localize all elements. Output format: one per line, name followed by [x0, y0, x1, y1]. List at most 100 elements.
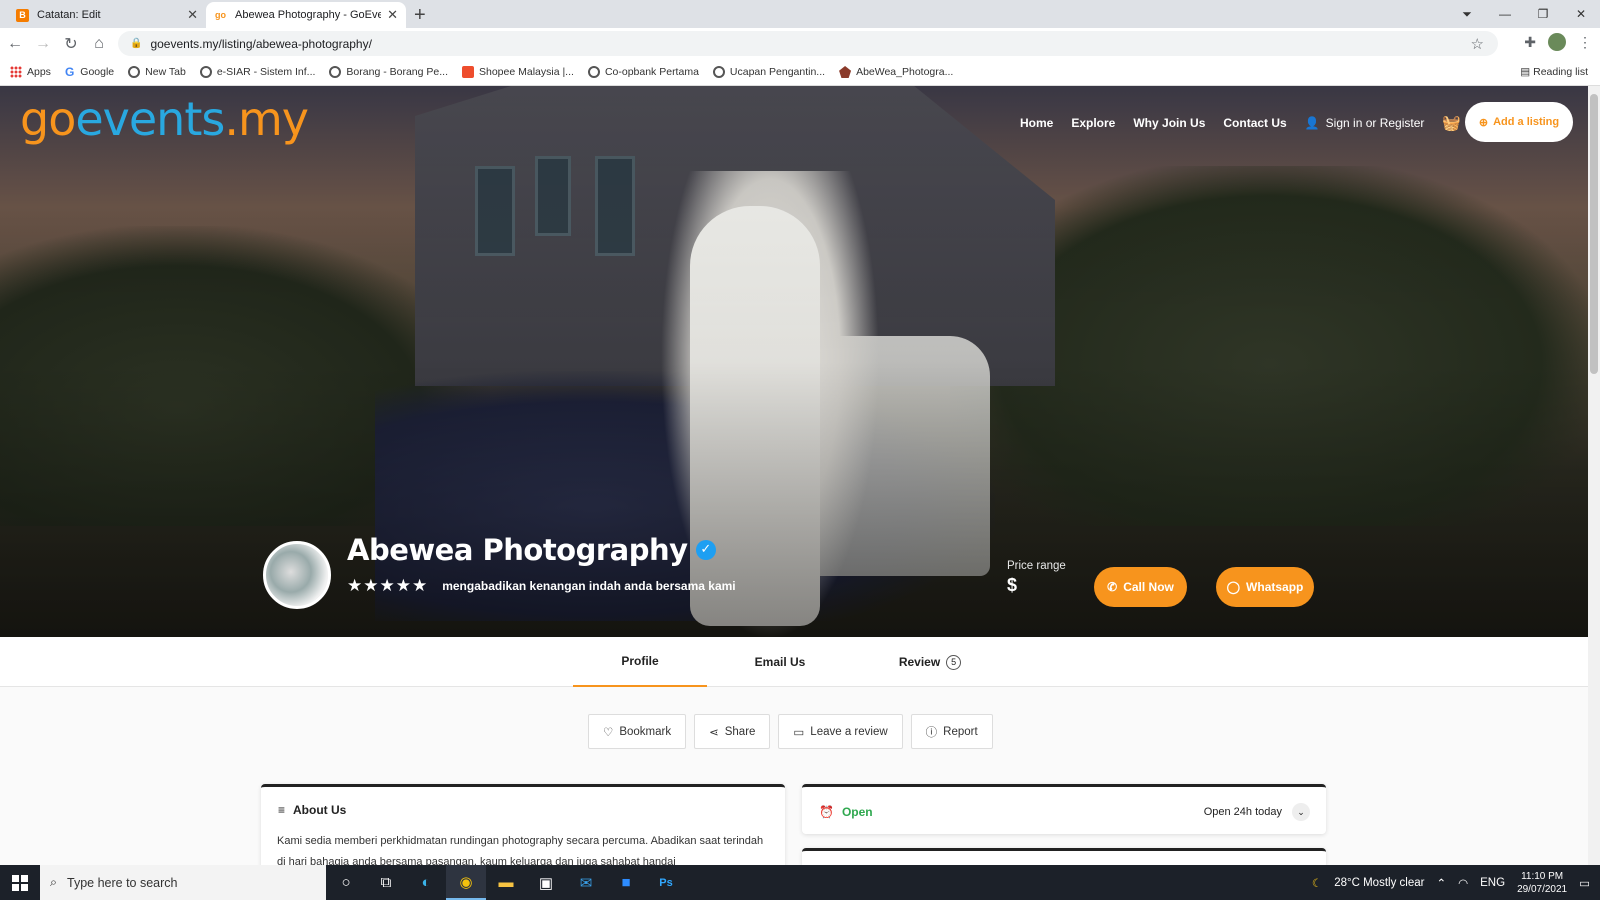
bookmark-apps[interactable]: Apps: [10, 66, 51, 78]
bookmark-label: New Tab: [145, 66, 186, 78]
language-indicator[interactable]: ENG: [1480, 877, 1505, 889]
hours-summary: Open 24h today: [1203, 806, 1282, 818]
bookmark-star-icon[interactable]: ☆: [1471, 35, 1484, 53]
globe-icon: [199, 66, 212, 78]
bookmark-ucapan[interactable]: Ucapan Pengantin...: [712, 66, 825, 78]
comment-icon: ▭: [793, 726, 805, 739]
cortana-icon[interactable]: ○: [326, 865, 366, 900]
profile-tabs: Profile Email Us Review 5: [0, 637, 1588, 687]
plus-circle-icon: ⊕: [1478, 116, 1489, 129]
site-logo[interactable]: goevents.my: [20, 92, 309, 146]
clock-time: 11:10 PM: [1521, 870, 1564, 882]
scrollbar-thumb[interactable]: [1590, 94, 1598, 374]
edge-icon[interactable]: ◐: [406, 865, 446, 900]
bookmark-esiar[interactable]: e-SIAR - Sistem Inf...: [199, 66, 315, 78]
listing-title: Abewea Photography ✓: [347, 533, 716, 567]
browser-tab-goevents[interactable]: go Abewea Photography - GoEvents ✕: [206, 2, 406, 28]
home-icon[interactable]: ⌂: [86, 35, 112, 53]
alert-circle-icon: ⓘ: [925, 726, 938, 739]
close-tab-icon[interactable]: ✕: [387, 7, 398, 23]
nav-home[interactable]: Home: [1020, 116, 1053, 130]
wifi-icon[interactable]: ◠: [1458, 876, 1468, 890]
url-text[interactable]: goevents.my/listing/abewea-photography/: [150, 37, 371, 51]
apps-grid-icon: [10, 66, 22, 78]
call-now-button[interactable]: ✆ Call Now: [1094, 567, 1187, 607]
reload-icon[interactable]: ↻: [58, 34, 84, 54]
mail-icon[interactable]: ✉: [566, 865, 606, 900]
leave-review-button[interactable]: ▭ Leave a review: [778, 714, 903, 749]
review-count-badge: 5: [946, 654, 962, 670]
menu-lines-icon: ≡: [278, 803, 286, 817]
signin-link[interactable]: 👤 Sign in or Register: [1305, 116, 1425, 130]
zoom-icon[interactable]: ■: [606, 865, 646, 900]
taskbar-search[interactable]: ⌕ Type here to search: [40, 865, 326, 900]
bookmark-google[interactable]: G Google: [65, 65, 114, 79]
close-window-button[interactable]: ✕: [1562, 7, 1600, 21]
chevron-down-icon[interactable]: ⌄: [1292, 803, 1310, 821]
extensions-icon[interactable]: ✚: [1524, 34, 1536, 51]
whatsapp-label: Whatsapp: [1246, 580, 1304, 594]
store-icon[interactable]: ▣: [526, 865, 566, 900]
listing-name: Abewea Photography: [347, 533, 688, 567]
action-label: Bookmark: [619, 725, 672, 738]
next-card: [802, 848, 1326, 865]
logo-events: events: [75, 92, 225, 146]
call-now-label: Call Now: [1123, 580, 1174, 594]
hero-banner: goevents.my Home Explore Why Join Us Con…: [0, 86, 1588, 637]
toolbar-right: ✚ ⋮: [1524, 33, 1592, 51]
lock-icon[interactable]: 🔒: [130, 38, 142, 49]
whatsapp-icon: ◯: [1226, 580, 1241, 594]
address-bar[interactable]: 🔒 goevents.my/listing/abewea-photography…: [118, 31, 1498, 56]
tab-email-us[interactable]: Email Us: [720, 637, 840, 687]
bookmark-borang[interactable]: Borang - Borang Pe...: [329, 66, 448, 78]
report-button[interactable]: ⓘ Report: [910, 714, 993, 749]
bookmark-newtab[interactable]: New Tab: [128, 66, 186, 78]
hours-card[interactable]: ⏰ Open Open 24h today ⌄: [802, 784, 1326, 834]
windows-taskbar: ⌕ Type here to search ○ ⧉ ◐ ◉ ▬ ▣ ✉ ■ Ps…: [0, 865, 1600, 900]
cart-basket-icon[interactable]: 🧺: [1442, 114, 1461, 132]
shopee-icon: [461, 66, 474, 78]
minimize-button[interactable]: —: [1486, 7, 1524, 21]
back-icon[interactable]: ←: [2, 35, 28, 53]
nav-explore[interactable]: Explore: [1071, 116, 1115, 130]
price-range-value: $: [1007, 575, 1018, 595]
chevron-up-icon[interactable]: ⌃: [1436, 876, 1446, 890]
file-explorer-icon[interactable]: ▬: [486, 865, 526, 900]
listing-actions: ♡ Bookmark ⋖ Share ▭ Leave a review ⓘ Report: [588, 714, 993, 749]
whatsapp-button[interactable]: ◯ Whatsapp: [1216, 567, 1314, 607]
blogger-favicon-icon: B: [16, 8, 29, 22]
new-tab-button[interactable]: +: [414, 4, 426, 27]
browser-tab-catatan[interactable]: B Catatan: Edit ✕: [8, 2, 206, 28]
notification-icon[interactable]: ▭: [1579, 876, 1590, 890]
share-button[interactable]: ⋖ Share: [694, 714, 771, 749]
window-controls: ⏷ — ❐ ✕: [1448, 0, 1600, 28]
nav-why-join-us[interactable]: Why Join Us: [1133, 116, 1205, 130]
bookmark-abewea[interactable]: AbeWea_Photogra...: [839, 66, 953, 78]
verified-badge-icon: ✓: [695, 540, 716, 560]
profile-avatar[interactable]: [1548, 33, 1566, 51]
weather-text[interactable]: 28°C Mostly clear: [1334, 877, 1424, 889]
close-tab-icon[interactable]: ✕: [187, 7, 198, 23]
windows-start-button[interactable]: [0, 865, 40, 900]
forward-icon[interactable]: →: [30, 35, 56, 53]
page-scrollbar[interactable]: [1588, 86, 1600, 865]
menu-kebab-icon[interactable]: ⋮: [1578, 34, 1592, 51]
bookmark-button[interactable]: ♡ Bookmark: [588, 714, 687, 749]
bookmark-label: Borang - Borang Pe...: [346, 66, 448, 78]
tab-profile[interactable]: Profile: [573, 637, 707, 687]
photoshop-icon[interactable]: Ps: [646, 865, 686, 900]
nav-contact-us[interactable]: Contact Us: [1223, 116, 1286, 130]
chrome-icon[interactable]: ◉: [446, 865, 486, 900]
tab-review[interactable]: Review 5: [870, 637, 990, 687]
weather-moon-icon[interactable]: ☾: [1312, 876, 1322, 890]
tab-search-icon[interactable]: ⏷: [1448, 7, 1486, 22]
bookmark-coopbank[interactable]: Co-opbank Pertama: [587, 66, 699, 78]
bookmark-shopee[interactable]: Shopee Malaysia |...: [461, 66, 574, 78]
bookmark-label: Apps: [27, 66, 51, 78]
clock[interactable]: 11:10 PM 29/07/2021: [1517, 870, 1567, 896]
reading-list-button[interactable]: ▤ Reading list: [1520, 66, 1588, 78]
reading-list-icon: ▤: [1520, 66, 1534, 78]
add-listing-button[interactable]: ⊕ Add a listing: [1465, 102, 1573, 142]
restore-button[interactable]: ❐: [1524, 7, 1562, 21]
task-view-icon[interactable]: ⧉: [366, 865, 406, 900]
